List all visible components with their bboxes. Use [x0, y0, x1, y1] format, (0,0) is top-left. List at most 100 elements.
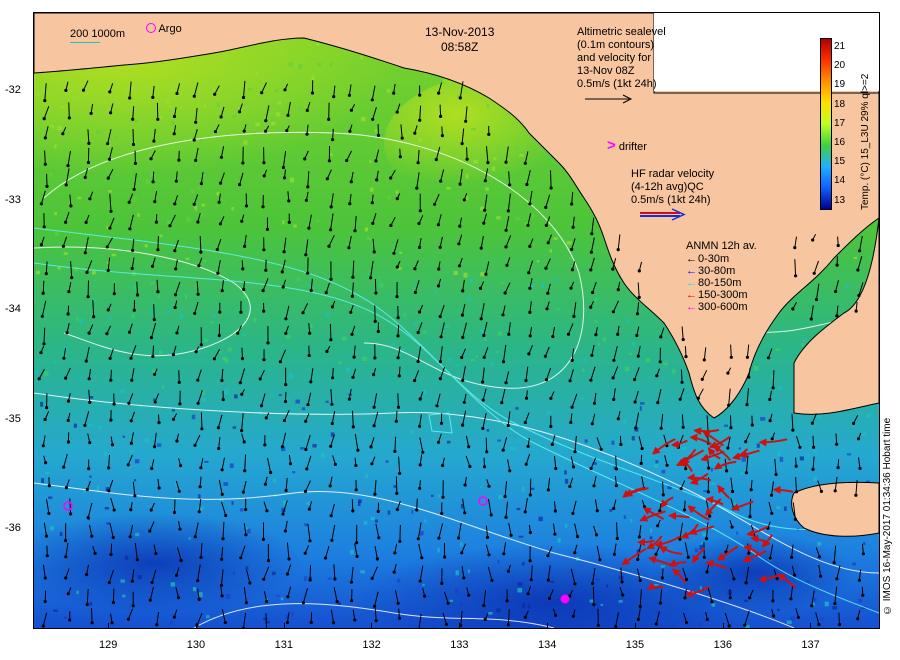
velocity-arrow-head [283, 399, 288, 404]
velocity-arrow-head [107, 466, 111, 470]
sst-pixel [88, 423, 92, 427]
velocity-arrow-head [45, 554, 49, 558]
velocity-arrow-head [854, 493, 858, 497]
velocity-arrow-head [553, 509, 558, 513]
sst-pixel [649, 536, 653, 540]
velocity-arrow-head [572, 314, 576, 318]
sst-pixel [411, 509, 414, 514]
sst-pixel [184, 294, 188, 300]
sst-pixel [108, 190, 112, 193]
sst-pixel [564, 478, 569, 484]
altimetry-line-5: 0.5m/s (1kt 24h) [577, 78, 657, 90]
velocity-arrow-head [395, 491, 399, 495]
velocity-arrow-head [658, 360, 662, 364]
sst-pixel [518, 535, 524, 538]
drifter-legend: > drifter [607, 138, 647, 154]
velocity-arrow-head [418, 486, 422, 490]
velocity-arrow-head [437, 536, 441, 540]
sst-pixel [497, 439, 502, 442]
sst-pixel [232, 426, 237, 429]
argo-legend-label: Argo [158, 23, 182, 35]
sst-pixel [212, 314, 216, 317]
velocity-arrow-head [197, 264, 201, 268]
sst-pixel [527, 604, 531, 609]
velocity-arrow [68, 102, 70, 118]
velocity-arrow-head [546, 291, 550, 295]
velocity-arrow-head [700, 377, 704, 381]
x-tick-mark [108, 623, 109, 628]
velocity-arrow-head [501, 448, 505, 452]
velocity-arrow-head [389, 176, 393, 180]
velocity-arrow-head [661, 493, 665, 497]
velocity-arrow-head [304, 253, 308, 257]
velocity-arrow-head [87, 377, 91, 381]
sst-pixel [375, 519, 378, 523]
velocity-arrow-head [547, 596, 552, 601]
velocity-arrow-head [42, 117, 46, 121]
velocity-arrow-head [834, 289, 838, 294]
velocity-arrow-head [684, 621, 689, 625]
velocity-arrow-head [529, 578, 533, 582]
sst-pixel [806, 454, 810, 457]
velocity-arrow-head [377, 536, 381, 540]
velocity-arrow-head [418, 93, 422, 97]
velocity-arrow-head [261, 289, 265, 293]
velocity-arrow-head [373, 604, 377, 608]
velocity-arrow-head [112, 402, 116, 406]
sst-pixel [485, 187, 489, 191]
sst-pixel [486, 104, 489, 108]
velocity-arrow-head [353, 618, 357, 622]
velocity-arrow [110, 543, 113, 555]
velocity-arrow-head [349, 180, 353, 184]
velocity-arrow-head [66, 440, 70, 444]
sst-pixel [89, 396, 94, 399]
velocity-arrow [265, 613, 268, 628]
velocity-arrow-head [836, 466, 840, 470]
velocity-arrow-head [308, 331, 312, 335]
velocity-arrow-head [83, 423, 87, 427]
velocity-arrow-head [40, 314, 44, 318]
velocity-arrow-head [109, 378, 113, 382]
velocity-arrow-head [681, 425, 685, 429]
velocity-arrow-head [177, 158, 181, 162]
sst-pixel [191, 414, 196, 420]
sst-pixel [271, 117, 275, 121]
velocity-arrow-head [175, 331, 179, 335]
velocity-arrow-head [546, 241, 550, 245]
sst-pixel [196, 186, 201, 190]
velocity-arrow-head [370, 462, 374, 466]
y-tick-label: -36 [5, 522, 21, 534]
velocity-arrow-head [87, 141, 91, 145]
sst-pixel [133, 284, 137, 290]
sst-pixel [847, 453, 852, 456]
velocity-arrow-head [106, 308, 110, 312]
velocity-arrow-head [157, 421, 161, 425]
sst-pixel [224, 358, 229, 363]
sst-pixel [274, 89, 279, 93]
velocity-arrow-head [154, 551, 158, 556]
velocity-arrow-head [394, 419, 398, 423]
velocity-arrow-head [461, 335, 465, 339]
velocity-arrow-head [836, 243, 840, 248]
velocity-arrow-head [421, 450, 425, 454]
sst-pixel [623, 515, 626, 519]
sst-pixel [232, 115, 237, 119]
sst-pixel [171, 121, 175, 125]
velocity-arrow-head [684, 467, 688, 471]
velocity-arrow-head [528, 310, 532, 314]
sst-pixel [170, 620, 174, 625]
sst-pixel [739, 472, 744, 475]
velocity-arrow-head [176, 596, 181, 600]
sst-pixel [224, 388, 229, 394]
sst-map [34, 13, 879, 628]
velocity-arrow-head [304, 447, 308, 452]
velocity-arrow-head [817, 555, 822, 559]
velocity-arrow-head [395, 295, 399, 299]
velocity-arrow-head [464, 119, 468, 123]
velocity-arrow-head [436, 284, 441, 288]
velocity-arrow-head [570, 405, 574, 409]
velocity-arrow-head [179, 558, 183, 563]
velocity-arrow-head [467, 593, 471, 597]
velocity-arrow-head [706, 490, 710, 494]
sst-pixel [120, 389, 125, 393]
